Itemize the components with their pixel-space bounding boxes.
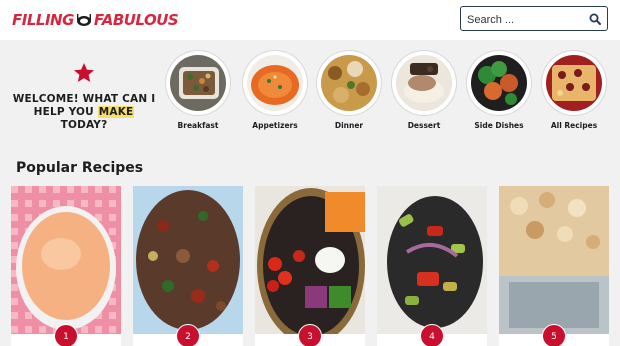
welcome-line-2: HELP YOU MAKE TODAY?: [10, 106, 158, 132]
category-dessert-image: [396, 55, 452, 111]
category-dinner[interactable]: Dinner: [315, 51, 383, 130]
search-input[interactable]: [465, 10, 587, 29]
site-header: FILLING FABULOUS: [0, 0, 620, 40]
category-image-frame: [166, 51, 230, 115]
recipe-image: [11, 186, 121, 334]
welcome-highlight: MAKE: [97, 106, 135, 118]
category-image-frame: [392, 51, 456, 115]
category-label: Dinner: [334, 121, 364, 130]
recipe-card[interactable]: 3: [255, 186, 365, 346]
category-label: Side Dishes: [474, 121, 524, 130]
search-box: [460, 6, 608, 31]
category-side-dishes-image: [471, 55, 527, 111]
section-title: Popular Recipes: [16, 160, 144, 176]
category-all-recipes-image: [546, 55, 602, 111]
category-label: Dessert: [407, 121, 441, 130]
recipe-image: [499, 186, 609, 334]
category-dinner-image: [321, 55, 377, 111]
logo-text-right: FABULOUS: [93, 11, 179, 29]
logo-plate-icon: [76, 14, 91, 26]
welcome-line-1: WELCOME! WHAT CAN I: [12, 93, 156, 105]
logo-text-left: FILLING: [12, 11, 74, 29]
recipe-image: [377, 186, 487, 334]
recipe-card[interactable]: 1: [11, 186, 121, 346]
category-breakfast[interactable]: Breakfast: [164, 51, 232, 130]
recipe-image: [255, 186, 365, 334]
welcome-line-2-end: TODAY?: [60, 119, 108, 131]
category-image-frame: [317, 51, 381, 115]
category-image-frame: [542, 51, 606, 115]
category-dessert[interactable]: Dessert: [390, 51, 458, 130]
recipe-card[interactable]: 5: [499, 186, 609, 346]
star-icon: [74, 63, 94, 82]
welcome-message: WELCOME! WHAT CAN I HELP YOU MAKE TODAY?: [10, 93, 158, 132]
recipe-card[interactable]: 4: [377, 186, 487, 346]
welcome-line-2-start: HELP YOU: [33, 106, 98, 118]
category-side-dishes[interactable]: Side Dishes: [465, 51, 533, 130]
category-appetizers[interactable]: Appetizers: [241, 51, 309, 130]
category-image-frame: [467, 51, 531, 115]
category-image-frame: [243, 51, 307, 115]
site-logo[interactable]: FILLING FABULOUS: [12, 9, 179, 31]
category-label: All Recipes: [550, 121, 598, 130]
search-icon[interactable]: [589, 13, 601, 25]
category-all-recipes[interactable]: All Recipes: [540, 51, 608, 130]
category-appetizers-image: [247, 55, 303, 111]
recipe-image: [133, 186, 243, 334]
category-label: Appetizers: [252, 121, 298, 130]
category-breakfast-image: [170, 55, 226, 111]
category-label: Breakfast: [177, 121, 219, 130]
recipe-card[interactable]: 2: [133, 186, 243, 346]
